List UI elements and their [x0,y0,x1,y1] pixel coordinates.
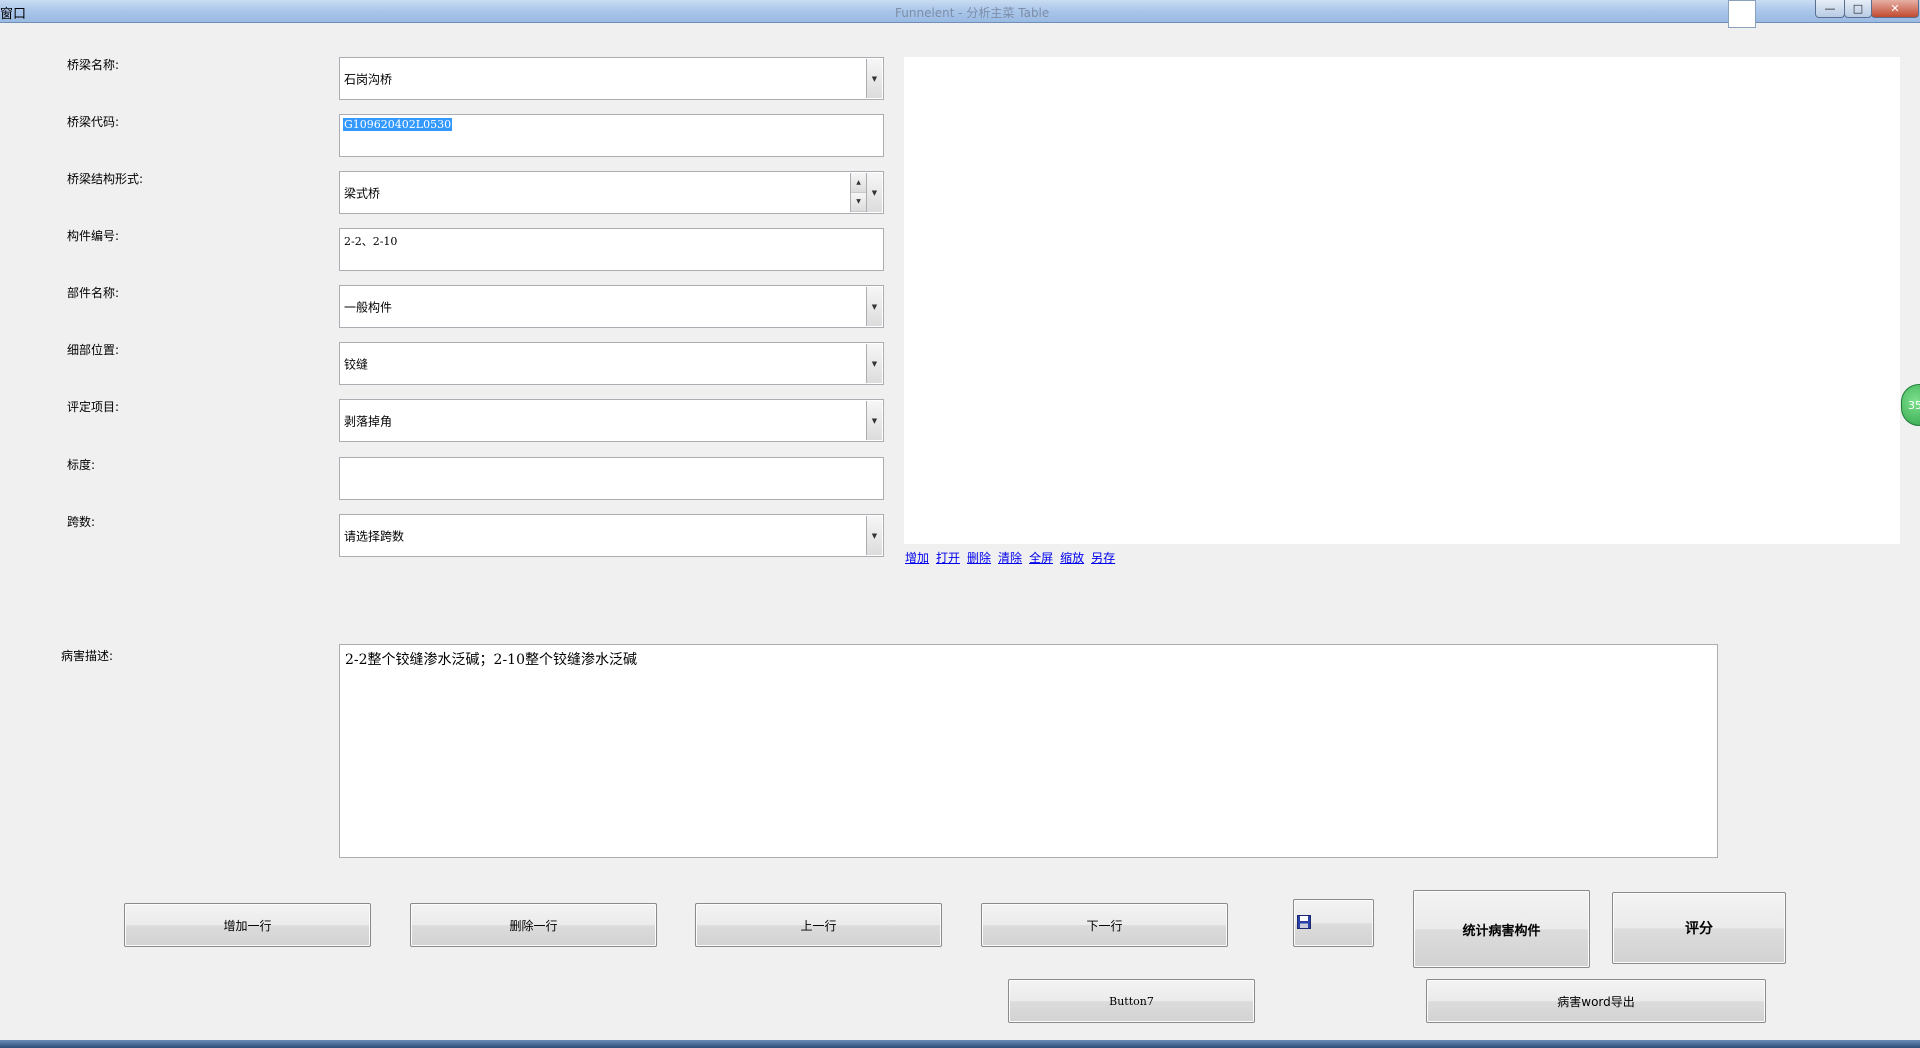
save-as-link[interactable]: 另存 [1091,551,1115,565]
zoom-link[interactable]: 缩放 [1060,551,1084,565]
next-row-button[interactable]: 下一行 [981,903,1228,947]
delete-image-link[interactable]: 删除 [967,551,991,565]
chevron-down-icon[interactable]: ▼ [866,401,882,440]
close-button[interactable]: ✕ [1871,0,1919,18]
save-button[interactable] [1293,899,1374,947]
part-name-combobox[interactable]: 一般构件 ▼ [339,285,884,328]
detail-position-combobox[interactable]: 铰缝 ▼ [339,342,884,385]
fullscreen-link[interactable]: 全屏 [1029,551,1053,565]
export-word-button[interactable]: 病害word导出 [1426,979,1766,1023]
component-no-label: 构件编号: [67,229,120,243]
part-name-value: 一般构件 [344,300,393,314]
span-label: 跨数: [67,515,96,529]
description-textarea[interactable]: 2-2整个铰缝渗水泛碱；2-10整个铰缝渗水泛碱 [339,644,1718,858]
bridge-code-label: 桥梁代码: [67,115,120,129]
bridge-code-input[interactable]: G109620402L0530 [339,114,884,157]
bridge-name-combobox[interactable]: 石岗沟桥 ▼ [339,57,884,100]
component-no-input[interactable]: 2-2、2-10 [339,228,884,271]
description-value: 2-2整个铰缝渗水泛碱；2-10整个铰缝渗水泛碱 [345,652,637,668]
part-name-label: 部件名称: [67,286,120,300]
score-button[interactable]: 评分 [1612,892,1786,964]
bridge-name-value: 石岗沟桥 [344,72,393,86]
maximize-button[interactable]: □ [1844,0,1872,18]
delete-row-button[interactable]: 删除一行 [410,903,657,947]
chevron-down-icon[interactable]: ▼ [866,344,882,383]
chevron-down-icon[interactable]: ▼ [866,173,882,212]
floating-badge[interactable]: 35 [1901,384,1920,426]
clear-image-link[interactable]: 清除 [998,551,1022,565]
window-title: 窗口 [0,7,27,22]
floppy-disk-icon [1297,915,1311,929]
image-toolbar: 增加 打开 删除 清除 全屏 缩放 另存 [905,549,1122,566]
minimize-button[interactable]: — [1815,0,1845,18]
span-value: 请选择跨数 [344,529,405,543]
open-image-link[interactable]: 打开 [936,551,960,565]
button7[interactable]: Button7 [1008,979,1255,1023]
spin-down-icon[interactable]: ▼ [851,192,866,212]
scale-input[interactable] [339,457,884,500]
description-label: 病害描述: [61,649,114,663]
structure-type-value: 梁式桥 [344,186,381,200]
background-window-title: Funnelent - 分析主菜 Table [895,6,1050,20]
bridge-name-label: 桥梁名称: [67,58,120,72]
chevron-down-icon[interactable]: ▼ [866,516,882,555]
title-bar: 窗口 Funnelent - 分析主菜 Table — □ ✕ [0,0,1920,23]
assessment-item-combobox[interactable]: 剥落掉角 ▼ [339,399,884,442]
structure-type-spinner[interactable]: ▲ ▼ [850,173,866,212]
add-image-link[interactable]: 增加 [905,551,929,565]
spin-up-icon[interactable]: ▲ [851,173,866,193]
detail-position-label: 细部位置: [67,343,120,357]
scale-label: 标度: [67,458,96,472]
span-combobox[interactable]: 请选择跨数 ▼ [339,514,884,557]
stat-components-button[interactable]: 统计病害构件 [1413,890,1590,968]
bridge-code-value: G109620402L0530 [343,118,453,131]
taskbar [0,1040,1920,1048]
assessment-item-value: 剥落掉角 [344,414,393,428]
add-row-button[interactable]: 增加一行 [124,903,371,947]
prev-row-button[interactable]: 上一行 [695,903,942,947]
chevron-down-icon[interactable]: ▼ [866,287,882,326]
structure-type-label: 桥梁结构形式: [67,172,144,186]
assessment-item-label: 评定项目: [67,400,120,414]
structure-type-combobox[interactable]: 梁式桥 ▲ ▼ ▼ [339,171,884,214]
image-canvas[interactable] [904,57,1900,544]
chevron-down-icon[interactable]: ▼ [866,59,882,98]
overlay-window-tab[interactable] [1728,0,1756,28]
detail-position-value: 铰缝 [344,357,369,371]
component-no-value: 2-2、2-10 [344,235,398,248]
